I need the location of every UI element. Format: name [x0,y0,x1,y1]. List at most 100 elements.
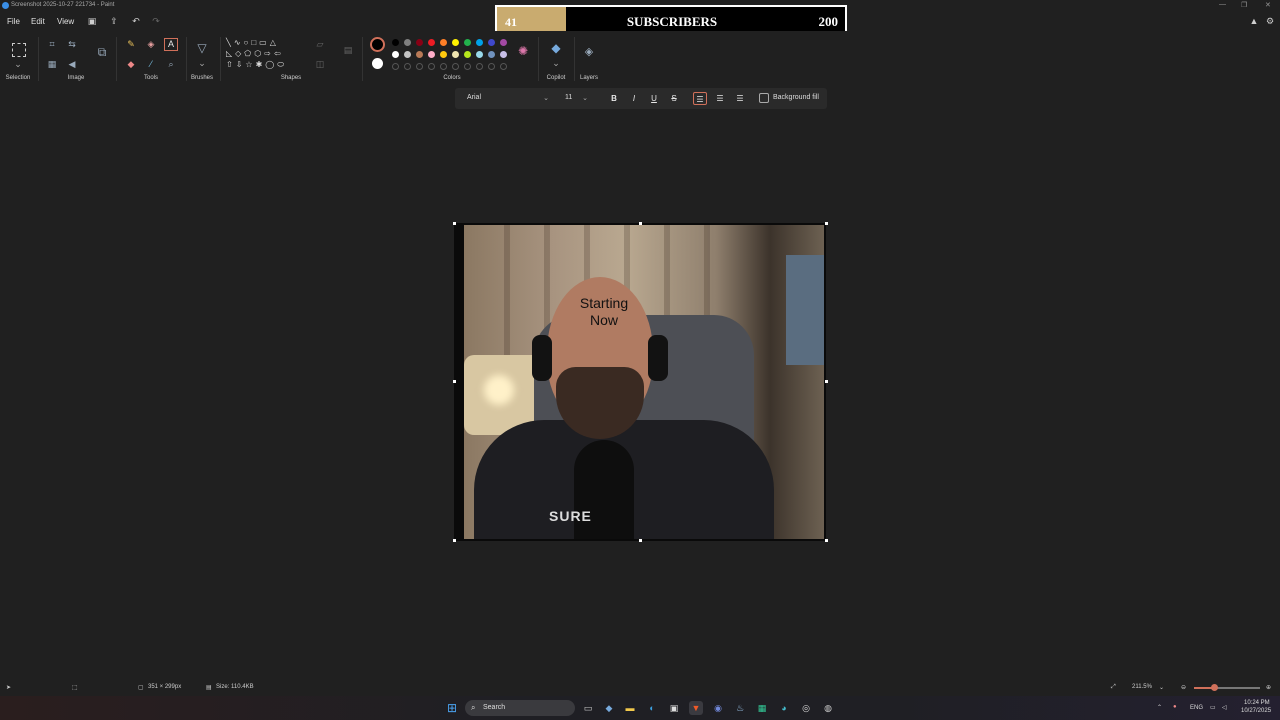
custom-color-slot[interactable] [452,63,459,70]
align-left-icon[interactable]: ☰ [693,92,707,105]
microphone-icon[interactable]: ● [1173,704,1177,710]
resize-handle[interactable] [825,380,828,383]
color-swatch[interactable] [500,51,507,58]
chevron-down-icon[interactable]: ⌄ [550,58,562,68]
crop-icon[interactable]: ⌗ [46,39,58,49]
save-icon[interactable]: ▣ [86,15,98,27]
layers-icon[interactable]: ◈ [583,47,595,58]
color-swatch[interactable] [392,39,399,46]
resize-handle[interactable] [825,539,828,542]
color-swatch[interactable] [404,51,411,58]
network-icon[interactable]: ▭ [1210,704,1216,711]
menu-edit[interactable]: Edit [31,17,45,26]
copilot-icon[interactable]: ◆ [550,42,562,54]
align-center-icon[interactable]: ☰ [713,92,727,105]
chrome-icon[interactable]: ◎ [799,701,813,715]
app-icon[interactable]: ◍ [821,701,835,715]
resize-handle[interactable] [453,222,456,225]
bold-button[interactable]: B [607,92,621,105]
copilot-taskbar-icon[interactable]: ◆ [602,701,616,715]
store-icon[interactable]: ▣ [667,701,681,715]
shape-more-icon[interactable]: ▤ [342,45,354,55]
color-swatch[interactable] [488,39,495,46]
custom-color-slot[interactable] [440,63,447,70]
volume-icon[interactable]: ◁ [1222,704,1227,711]
zoom-level[interactable]: 211.5% [1132,684,1152,690]
share-icon[interactable]: ⇪ [108,15,120,27]
zoom-slider-handle[interactable] [1211,684,1218,691]
outline-icon[interactable]: ▱ [314,39,326,49]
color-swatch[interactable] [392,51,399,58]
flip-icon[interactable]: ◀ [66,59,78,69]
color-picker-icon[interactable]: ⁄ [145,59,157,69]
custom-color-slot[interactable] [404,63,411,70]
brave-icon[interactable]: ▼ [689,701,703,715]
discord-icon[interactable]: ◉ [711,701,725,715]
resize-icon[interactable]: ⇆ [66,39,78,49]
chevron-down-icon[interactable]: ⌄ [1159,684,1164,691]
custom-color-slot[interactable] [500,63,507,70]
menu-view[interactable]: View [57,17,74,26]
color-swatch[interactable] [428,51,435,58]
font-family-dropdown[interactable]: Arial ⌄ [461,92,553,105]
color-swatch[interactable] [416,39,423,46]
custom-color-slot[interactable] [488,63,495,70]
edit-colors-icon[interactable]: ✺ [517,45,529,57]
pencil-icon[interactable]: ✎ [125,39,137,49]
image-select-icon[interactable]: ⧉ [96,46,108,58]
paint-taskbar-icon[interactable]: ◕ [777,701,791,715]
chevron-down-icon[interactable]: ⌄ [12,59,24,69]
color-swatch[interactable] [464,39,471,46]
brush-icon[interactable]: ▽ [196,42,208,54]
clock-time[interactable]: 10:24 PM [1244,700,1270,706]
font-size-dropdown[interactable]: 11 ⌄ [559,92,591,105]
resize-handle[interactable] [825,222,828,225]
custom-color-slot[interactable] [392,63,399,70]
primary-color-swatch[interactable] [370,37,385,52]
minimize-button[interactable]: — [1219,1,1226,8]
fill-style-icon[interactable]: ◫ [314,59,326,69]
italic-button[interactable]: I [627,92,641,105]
resize-handle[interactable] [639,539,642,542]
resize-handle[interactable] [453,539,456,542]
eraser-icon[interactable]: ◆ [125,59,137,69]
color-swatch[interactable] [488,51,495,58]
selection-icon[interactable] [12,43,26,57]
color-swatch[interactable] [476,39,483,46]
rotate-icon[interactable]: ▦ [46,59,58,69]
canvas-text-box[interactable]: Starting Now [564,295,644,329]
underline-button[interactable]: U [647,92,661,105]
taskbar-search[interactable]: ⌕ Search [465,700,575,716]
steam-icon[interactable]: ♨ [733,701,747,715]
language-indicator[interactable]: ENG [1190,705,1203,711]
color-swatch[interactable] [440,51,447,58]
fill-icon[interactable]: ◈ [145,39,157,49]
custom-color-slot[interactable] [416,63,423,70]
undo-icon[interactable]: ↶ [130,15,142,27]
user-icon[interactable]: ▲ [1248,15,1260,27]
redo-icon[interactable]: ↷ [150,15,162,27]
color-swatch[interactable] [500,39,507,46]
excel-icon[interactable]: ▦ [755,701,769,715]
menu-file[interactable]: File [7,17,20,26]
chevron-up-icon[interactable]: ⌃ [1157,704,1162,711]
color-swatch[interactable] [452,39,459,46]
zoom-out-icon[interactable]: ⊖ [1181,684,1186,691]
color-swatch[interactable] [452,51,459,58]
color-swatch[interactable] [440,39,447,46]
background-fill-checkbox[interactable] [759,93,769,103]
task-view-icon[interactable]: ▭ [581,701,595,715]
file-explorer-icon[interactable]: ▬ [623,701,637,715]
settings-icon[interactable]: ⚙ [1264,15,1276,27]
custom-color-slot[interactable] [476,63,483,70]
color-swatch[interactable] [428,39,435,46]
text-tool-icon[interactable]: A [164,38,178,51]
color-swatch[interactable] [476,51,483,58]
align-right-icon[interactable]: ☰ [733,92,747,105]
custom-color-slot[interactable] [428,63,435,70]
windows-start-icon[interactable]: ⊞ [445,701,459,715]
edge-icon[interactable]: ◐ [645,701,659,715]
close-button[interactable]: ✕ [1265,1,1271,9]
shapes-gallery[interactable]: ╲∿○□▭△ ◺◇⬠⬡⇨⇦ ⇧⇩☆✱◯⬭ [226,37,306,73]
resize-handle[interactable] [639,222,642,225]
